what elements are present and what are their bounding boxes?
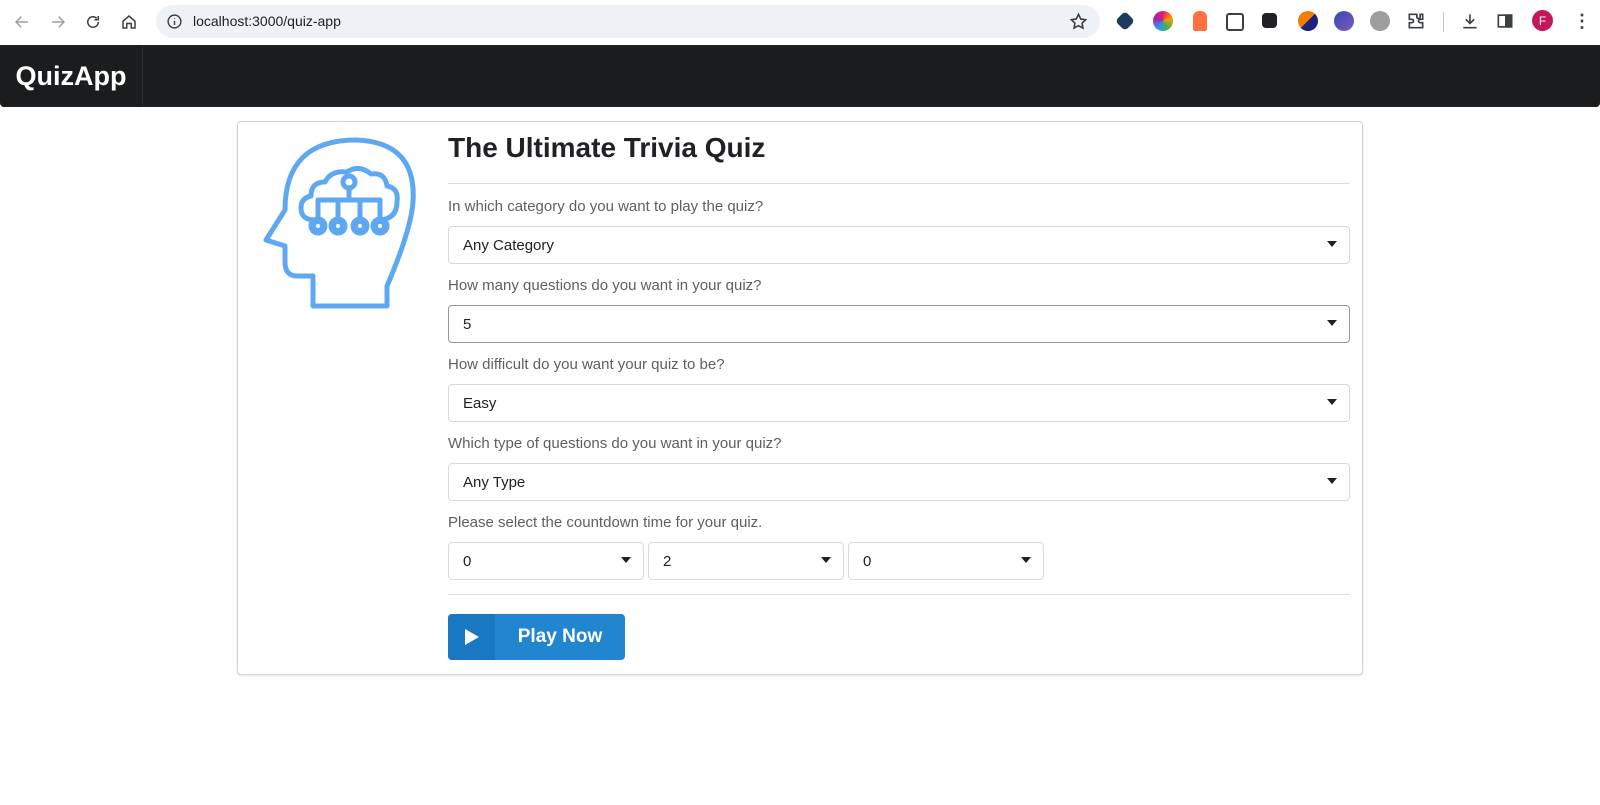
app-header: QuizApp	[0, 45, 1600, 107]
download-icon[interactable]	[1460, 11, 1480, 31]
chevron-down-icon	[621, 557, 631, 563]
back-icon[interactable]	[8, 8, 36, 36]
countdown-seconds-select[interactable]: 0	[848, 542, 1044, 580]
type-select[interactable]: Any Type	[448, 463, 1350, 501]
chevron-down-icon	[1327, 241, 1337, 247]
menu-icon[interactable]: ⋮	[1572, 11, 1592, 31]
title-divider	[448, 183, 1350, 184]
browser-toolbar: localhost:3000/quiz-app F ⋮	[0, 0, 1600, 44]
countdown-hours-select[interactable]: 0	[448, 542, 644, 580]
questions-value: 5	[463, 316, 472, 333]
star-icon[interactable]	[1069, 12, 1088, 31]
play-now-label: Play Now	[517, 626, 603, 647]
brand-logo[interactable]: QuizApp	[0, 45, 143, 107]
countdown-hours-value: 0	[463, 553, 472, 570]
extension-3-icon[interactable]	[1193, 11, 1207, 31]
questions-label: How many questions do you want in your q…	[448, 277, 762, 294]
form-divider	[448, 594, 1350, 595]
play-icon	[448, 614, 495, 660]
type-label: Which type of questions do you want in y…	[448, 435, 782, 452]
countdown-label: Please select the countdown time for you…	[448, 514, 763, 531]
play-now-button[interactable]: Play Now	[448, 614, 625, 660]
extension-2-icon[interactable]	[1153, 11, 1173, 31]
extension-5-icon[interactable]	[1262, 13, 1277, 28]
countdown-seconds-value: 0	[863, 553, 872, 570]
url-text[interactable]: localhost:3000/quiz-app	[193, 13, 341, 29]
difficulty-value: Easy	[463, 395, 497, 412]
extension-8-icon[interactable]	[1370, 11, 1390, 31]
questions-select[interactable]: 5	[448, 305, 1350, 343]
chevron-down-icon	[821, 557, 831, 563]
chevron-down-icon	[1327, 478, 1337, 484]
difficulty-select[interactable]: Easy	[448, 384, 1350, 422]
sidepanel-icon[interactable]	[1495, 11, 1515, 31]
category-label: In which category do you want to play th…	[448, 198, 764, 215]
extension-6-icon[interactable]	[1298, 11, 1318, 31]
extensions-icon[interactable]	[1406, 11, 1426, 31]
extension-1-icon[interactable]	[1115, 11, 1135, 31]
chevron-down-icon	[1327, 320, 1337, 326]
info-icon[interactable]	[166, 13, 183, 30]
page-title: The Ultimate Trivia Quiz	[448, 132, 766, 163]
address-bar[interactable]: localhost:3000/quiz-app	[156, 5, 1100, 38]
difficulty-label: How difficult do you want your quiz to b…	[448, 356, 725, 373]
countdown-minutes-select[interactable]: 2	[648, 542, 844, 580]
extension-4-icon[interactable]	[1226, 13, 1244, 31]
forward-icon[interactable]	[44, 8, 72, 36]
brain-head-icon	[263, 137, 416, 309]
extension-7-icon[interactable]	[1334, 11, 1354, 31]
profile-avatar[interactable]: F	[1532, 10, 1553, 31]
type-value: Any Type	[463, 474, 526, 491]
category-value: Any Category	[463, 237, 554, 254]
countdown-minutes-value: 2	[663, 553, 672, 570]
home-icon[interactable]	[115, 8, 143, 36]
chevron-down-icon	[1327, 399, 1337, 405]
toolbar-divider	[1443, 12, 1444, 32]
chevron-down-icon	[1021, 557, 1031, 563]
quiz-settings-card: The Ultimate Trivia Quiz In which catego…	[237, 121, 1363, 675]
reload-icon[interactable]	[79, 8, 107, 36]
category-select[interactable]: Any Category	[448, 226, 1350, 264]
